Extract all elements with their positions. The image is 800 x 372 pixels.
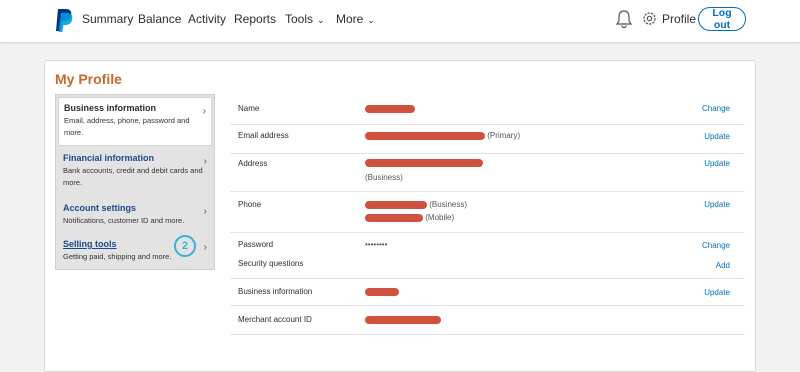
address-business-tag: (Business)	[365, 173, 403, 182]
chevron-right-icon: ›	[202, 106, 206, 117]
chevron-down-icon: ⌄	[367, 15, 375, 25]
sidebar-item-desc: Bank accounts, credit and debit cards an…	[63, 166, 203, 187]
redacted-value	[365, 315, 441, 324]
password-value: ••••••••	[365, 240, 388, 249]
paypal-logo-icon[interactable]	[54, 7, 74, 33]
nav-balance[interactable]: Balance	[138, 12, 181, 26]
row-label: Business information	[238, 287, 313, 296]
address-value	[365, 158, 483, 167]
nav-activity[interactable]: Activity	[188, 12, 226, 26]
row-label: Password	[238, 240, 274, 249]
nav-reports[interactable]: Reports	[234, 12, 276, 26]
row-label: Security questions	[238, 259, 304, 268]
sidebar-item-label: Business information	[64, 103, 157, 113]
sidebar-item-business-information[interactable]: Business information Email, address, pho…	[58, 97, 212, 146]
email-value: (Primary)	[365, 131, 520, 140]
profile-card: My Profile Business information Email, a…	[44, 60, 756, 372]
row-phone: Phone (Business) (Mobile) Update	[230, 191, 745, 233]
phone-mobile-tag: (Mobile)	[425, 213, 455, 222]
redacted-value	[365, 104, 415, 113]
phone-mobile-value: (Mobile)	[365, 213, 454, 222]
email-primary-tag: (Primary)	[487, 131, 521, 140]
row-merchant-id: Merchant account ID	[230, 305, 745, 335]
row-address: Address (Business) Update	[230, 153, 745, 192]
update-phone-link[interactable]: Update	[704, 200, 730, 209]
row-label: Name	[238, 104, 260, 113]
profile-link[interactable]: Profile	[662, 12, 696, 26]
profile-sidebar: Business information Email, address, pho…	[55, 94, 215, 270]
row-label: Address	[238, 159, 268, 168]
sidebar-item-desc: Email, address, phone, password and more…	[64, 116, 190, 137]
phone-business-tag: (Business)	[429, 200, 468, 209]
row-label: Email address	[238, 131, 289, 140]
page-title: My Profile	[55, 71, 122, 87]
nav-tools[interactable]: Tools ⌄	[285, 12, 325, 26]
row-label: Merchant account ID	[238, 315, 312, 324]
change-name-link[interactable]: Change	[702, 104, 730, 113]
sidebar-item-account-settings[interactable]: Account settings Notifications, customer…	[58, 198, 212, 236]
logout-button[interactable]: Log out	[698, 7, 746, 31]
update-business-info-link[interactable]: Update	[704, 288, 730, 297]
sidebar-item-desc: Notifications, customer ID and more.	[63, 216, 185, 225]
step-number-badge: 2	[174, 235, 196, 257]
chevron-right-icon: ›	[203, 206, 207, 217]
update-address-link[interactable]: Update	[704, 159, 730, 168]
nav-more[interactable]: More ⌄	[336, 12, 375, 26]
add-security-questions-link[interactable]: Add	[716, 261, 730, 270]
row-label: Phone	[238, 200, 262, 209]
row-name: Name Change	[230, 95, 745, 125]
chevron-right-icon: ›	[203, 242, 207, 253]
row-password-security: Password •••••••• Change Security questi…	[230, 232, 745, 279]
row-business-information: Business information Update	[230, 278, 745, 306]
bell-icon[interactable]	[615, 9, 633, 29]
redacted-value	[365, 287, 399, 296]
row-email: Email address (Primary) Update	[230, 124, 745, 154]
chevron-right-icon: ›	[203, 156, 207, 167]
change-password-link[interactable]: Change	[702, 241, 730, 250]
nav-tools-label: Tools	[285, 12, 314, 26]
nav-summary[interactable]: Summary	[82, 12, 133, 26]
sidebar-item-financial-information[interactable]: Financial information Bank accounts, cre…	[58, 148, 212, 193]
sidebar-item-label: Account settings	[63, 203, 137, 213]
top-navigation: Summary Balance Activity Reports Tools ⌄ …	[0, 0, 800, 43]
chevron-down-icon: ⌄	[317, 15, 325, 25]
phone-business-value: (Business)	[365, 200, 467, 209]
gear-icon[interactable]	[641, 10, 658, 27]
update-email-link[interactable]: Update	[704, 132, 730, 141]
nav-more-label: More	[336, 12, 364, 26]
sidebar-item-label: Financial information	[63, 153, 155, 163]
